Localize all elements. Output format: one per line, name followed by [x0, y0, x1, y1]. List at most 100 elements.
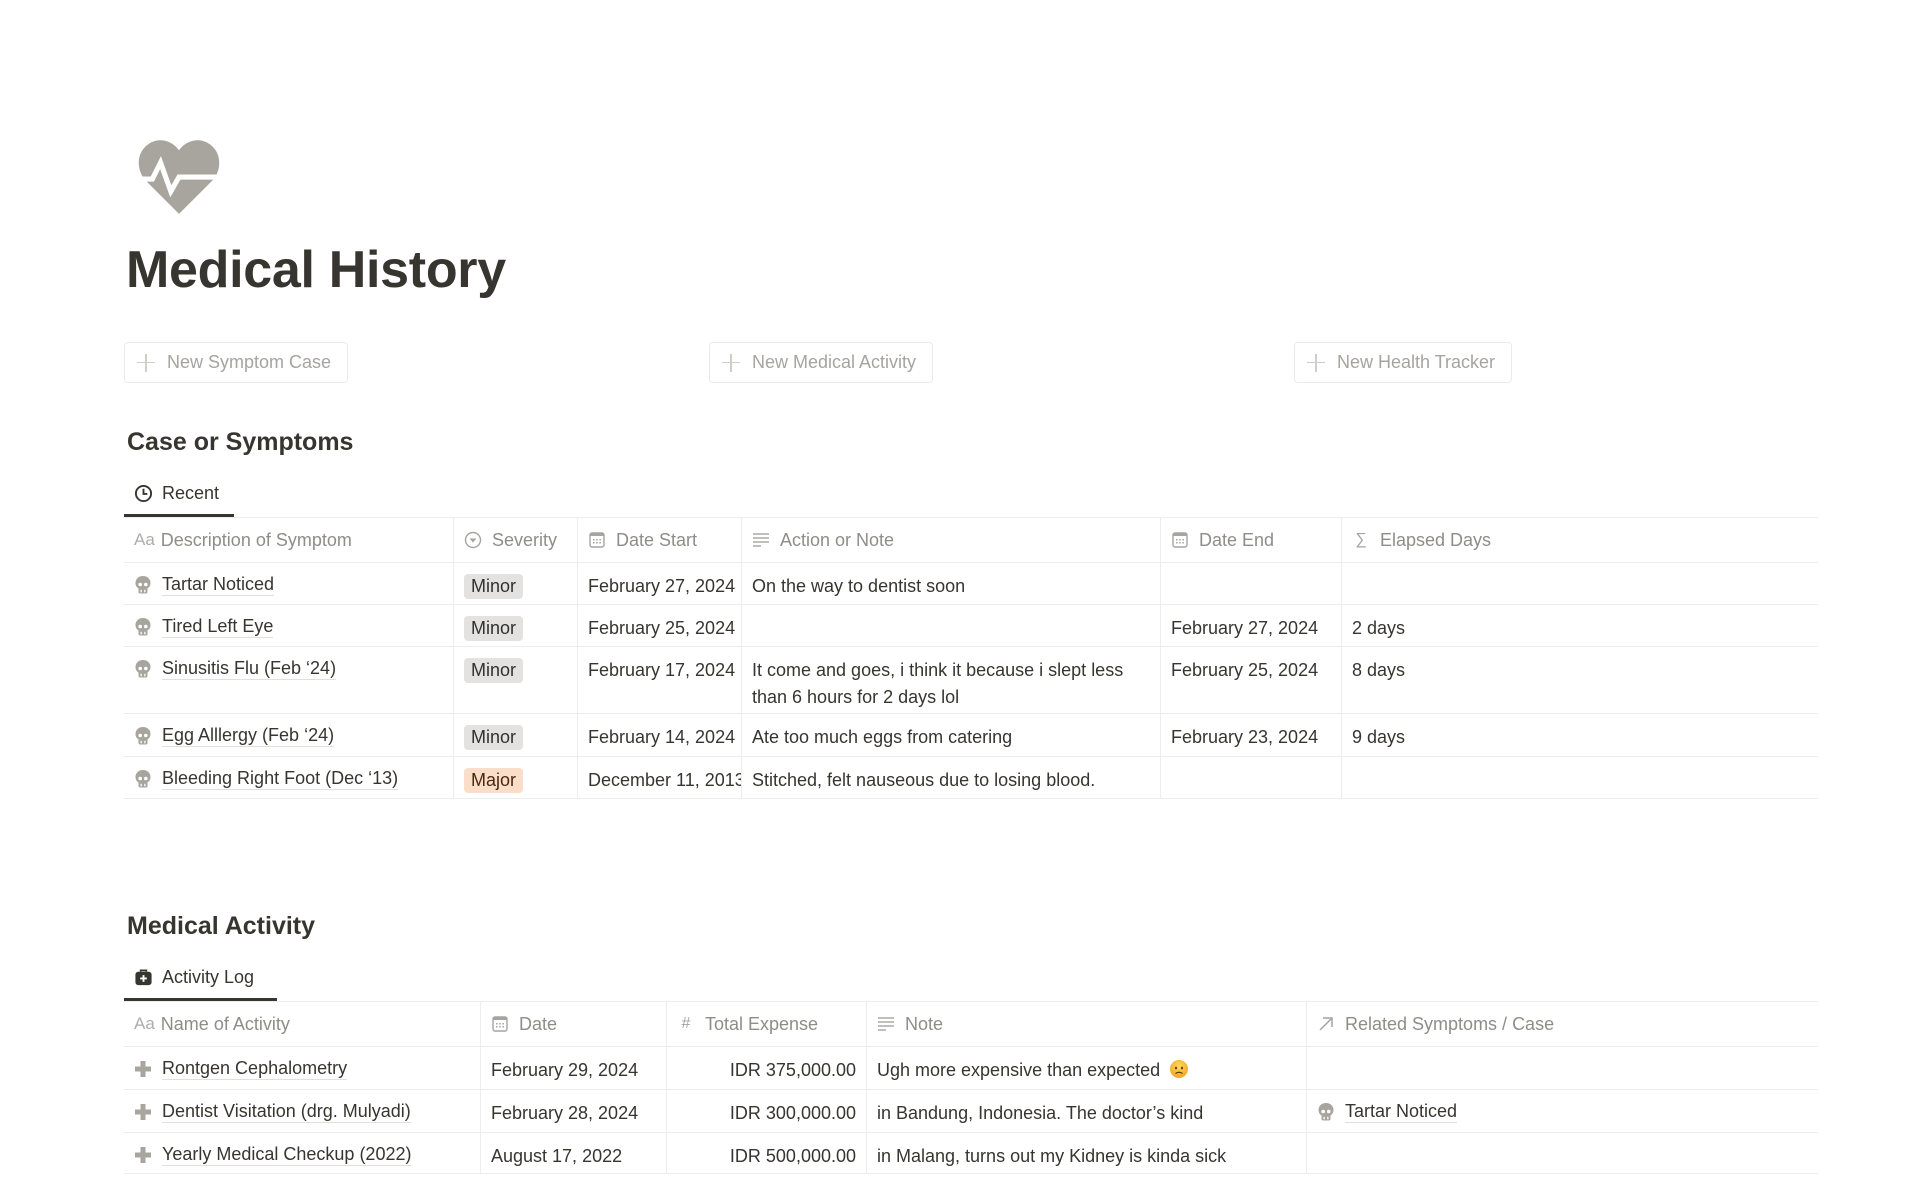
activity-expense-cell: IDR 375,000.00	[667, 1047, 867, 1089]
note-cell	[742, 605, 1161, 646]
activity-name-link[interactable]: Rontgen Cephalometry	[162, 1057, 348, 1080]
activity-name-link[interactable]: Dentist Visitation (drg. Mulyadi)	[162, 1100, 411, 1123]
table-row[interactable]: Sinusitis Flu (Feb ‘24) Minor February 1…	[124, 647, 1818, 714]
table-row[interactable]: Yearly Medical Checkup (2022) August 17,…	[124, 1133, 1818, 1174]
activity-date-cell: August 17, 2022	[481, 1133, 667, 1173]
activity-note-text: Ugh more expensive than expected	[877, 1060, 1161, 1080]
symptom-name-link[interactable]: Bleeding Right Foot (Dec ‘13)	[162, 767, 399, 790]
column-header-activity-name[interactable]: Aa Name of Activity	[124, 1002, 481, 1046]
elapsed-days-cell	[1342, 563, 1818, 604]
skull-icon	[135, 617, 151, 635]
symptom-name-link[interactable]: Sinusitis Flu (Feb ‘24)	[162, 657, 337, 680]
plus-icon	[137, 353, 155, 372]
date-end-cell	[1161, 757, 1342, 798]
date-end-cell: February 27, 2024	[1161, 605, 1342, 646]
table-header-row: Aa Name of Activity Date # Total Expense…	[124, 1002, 1818, 1047]
severity-badge: Minor	[464, 574, 524, 599]
severity-badge: Minor	[464, 616, 524, 641]
table-row[interactable]: Tartar Noticed Minor February 27, 2024 O…	[124, 563, 1818, 605]
elapsed-days-cell: 8 days	[1352, 660, 1406, 680]
date-start-cell: December 11, 2013	[578, 757, 742, 798]
column-header-note[interactable]: Note	[867, 1002, 1307, 1046]
column-header-date[interactable]: Date	[481, 1002, 667, 1046]
title-aa-icon: Aa	[134, 1014, 155, 1033]
new-health-tracker-label: New Health Tracker	[1337, 352, 1496, 372]
tab-activity-log-label: Activity Log	[162, 966, 255, 987]
note-cell: It come and goes, i think it because i s…	[742, 647, 1161, 713]
calendar-icon	[1172, 532, 1188, 548]
elapsed-days-cell: 9 days	[1352, 727, 1406, 747]
medical-cross-icon	[135, 1060, 151, 1077]
activity-section-title: Medical Activity	[127, 912, 316, 940]
worried-face-emoji	[1170, 1060, 1189, 1078]
activity-expense-cell: IDR 300,000.00	[667, 1090, 867, 1132]
new-health-tracker-button[interactable]: New Health Tracker	[1294, 342, 1513, 383]
severity-badge: Minor	[464, 658, 524, 683]
related-case-cell	[1307, 1047, 1818, 1089]
skull-icon	[135, 659, 151, 677]
activity-date-cell: February 28, 2024	[481, 1090, 667, 1132]
column-header-date-start[interactable]: Date Start	[578, 518, 742, 562]
activity-date-cell: February 29, 2024	[481, 1047, 667, 1089]
activity-name-link[interactable]: Yearly Medical Checkup (2022)	[162, 1143, 412, 1166]
activity-note-cell: in Bandung, Indonesia. The doctor’s kind	[867, 1090, 1307, 1132]
skull-icon	[1318, 1102, 1334, 1120]
medical-bag-icon	[135, 969, 152, 985]
skull-icon	[135, 769, 151, 787]
medical-cross-icon	[135, 1103, 151, 1120]
column-header-related[interactable]: Related Symptoms / Case	[1307, 1002, 1818, 1046]
text-lines-icon	[878, 1017, 894, 1031]
table-row[interactable]: Dentist Visitation (drg. Mulyadi) Februa…	[124, 1090, 1818, 1133]
severity-badge: Major	[464, 768, 524, 793]
heart-pulse-icon[interactable]	[138, 138, 220, 216]
date-start-cell: February 25, 2024	[578, 605, 742, 646]
date-start-cell: February 14, 2024	[578, 714, 742, 756]
activity-note-cell: in Malang, turns out my Kidney is kinda …	[867, 1133, 1307, 1173]
date-end-cell: February 23, 2024	[1161, 714, 1342, 756]
column-header-elapsed-days[interactable]: ∑ Elapsed Days	[1342, 518, 1818, 562]
date-end-cell: February 25, 2024	[1161, 647, 1342, 713]
column-header-total-expense[interactable]: # Total Expense	[667, 1002, 867, 1046]
note-cell: Ate too much eggs from catering	[742, 714, 1161, 756]
skull-icon	[135, 575, 151, 593]
table-header-row: Aa Description of Symptom Severity Date …	[124, 518, 1818, 563]
date-end-cell	[1161, 563, 1342, 604]
new-medical-activity-label: New Medical Activity	[752, 352, 917, 372]
symptoms-table: Aa Description of Symptom Severity Date …	[124, 518, 1818, 799]
tab-activity-log[interactable]: Activity Log	[124, 958, 264, 996]
column-header-description[interactable]: Aa Description of Symptom	[124, 518, 454, 562]
tab-recent[interactable]: Recent	[124, 474, 229, 512]
symptom-name-link[interactable]: Egg Alllergy (Feb ‘24)	[162, 724, 335, 747]
select-icon	[464, 531, 482, 549]
clock-icon	[134, 484, 153, 502]
tab-recent-label: Recent	[162, 482, 220, 503]
note-cell: Stitched, felt nauseous due to losing bl…	[742, 757, 1161, 798]
date-start-cell: February 27, 2024	[578, 563, 742, 604]
column-header-date-end[interactable]: Date End	[1161, 518, 1342, 562]
column-header-severity[interactable]: Severity	[454, 518, 578, 562]
related-case-link[interactable]: Tartar Noticed	[1345, 1100, 1458, 1123]
column-header-action-note[interactable]: Action or Note	[742, 518, 1161, 562]
table-row[interactable]: Tired Left Eye Minor February 25, 2024 F…	[124, 605, 1818, 647]
date-start-cell: February 17, 2024	[578, 647, 742, 713]
calendar-icon	[492, 1016, 508, 1032]
new-symptom-case-button[interactable]: New Symptom Case	[124, 342, 349, 383]
related-case-cell	[1307, 1133, 1818, 1173]
sigma-formula-icon: ∑	[1355, 531, 1367, 548]
plus-icon	[722, 353, 740, 372]
table-row[interactable]: Egg Alllergy (Feb ‘24) Minor February 14…	[124, 714, 1818, 757]
new-medical-activity-button[interactable]: New Medical Activity	[709, 342, 934, 383]
activity-table: Aa Name of Activity Date # Total Expense…	[124, 1002, 1818, 1174]
page-title: Medical History	[126, 241, 506, 299]
medical-cross-icon	[135, 1146, 151, 1163]
skull-icon	[135, 726, 151, 744]
table-row[interactable]: Bleeding Right Foot (Dec ‘13) Major Dece…	[124, 757, 1818, 799]
activity-expense-cell: IDR 500,000.00	[667, 1133, 867, 1173]
hash-number-icon: #	[681, 1015, 691, 1032]
symptom-name-link[interactable]: Tired Left Eye	[162, 615, 274, 638]
table-row[interactable]: Rontgen Cephalometry February 29, 2024 I…	[124, 1047, 1818, 1090]
symptoms-section-title: Case or Symptoms	[127, 428, 354, 456]
note-cell: On the way to dentist soon	[742, 563, 1161, 604]
symptom-name-link[interactable]: Tartar Noticed	[162, 573, 275, 596]
text-lines-icon	[753, 533, 769, 547]
